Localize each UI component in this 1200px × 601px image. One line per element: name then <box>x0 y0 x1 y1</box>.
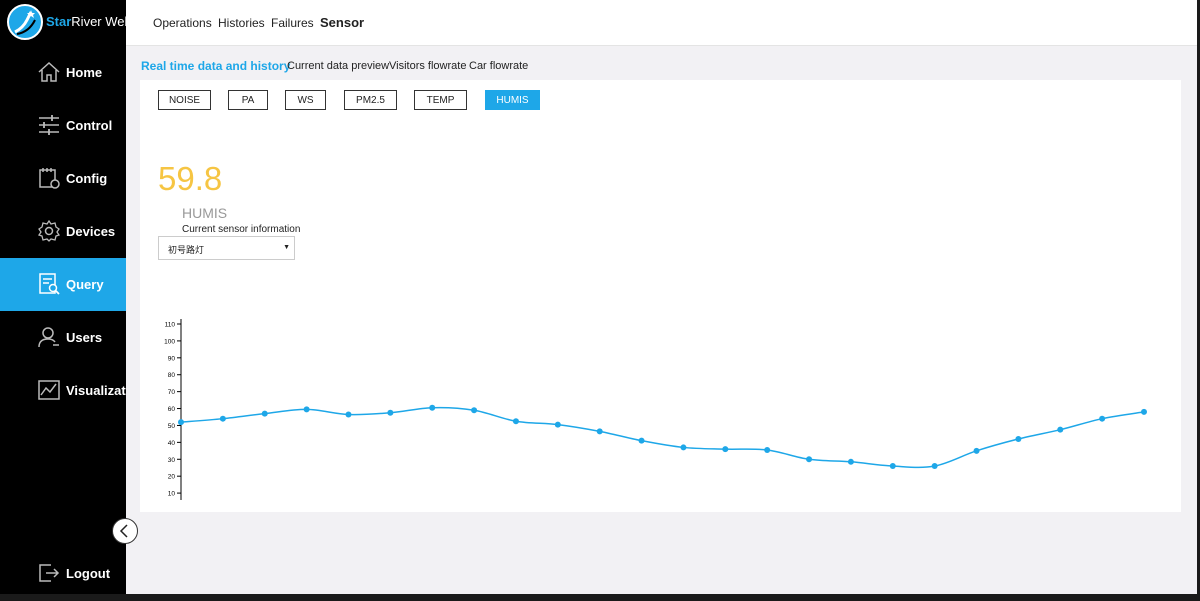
sidebar-item-devices[interactable]: Devices <box>0 205 126 258</box>
y-tick-label: 110 <box>165 322 176 329</box>
data-point <box>596 428 603 435</box>
series-line <box>180 406 1145 469</box>
sidebar-item-control[interactable]: Control <box>0 99 126 152</box>
y-tick-label: 40 <box>168 440 176 447</box>
data-point <box>889 463 896 470</box>
sensor-panel: NOISE PA WS PM2.5 TEMP HUMIS 59.8 HUMIS … <box>140 80 1181 525</box>
app-title: StarRiver Web <box>46 14 132 29</box>
data-point <box>219 415 226 422</box>
user-icon <box>38 327 59 348</box>
sidebar-item-label: Query <box>66 277 104 292</box>
logout-label: Logout <box>66 566 111 581</box>
top-navigation: Operations Histories Failures Sensor <box>126 0 1200 46</box>
home-icon <box>38 61 60 82</box>
data-point <box>638 437 645 444</box>
subtab-car-flowrate[interactable]: Car flowrate <box>469 60 528 72</box>
tab-operations[interactable]: Operations <box>153 16 212 30</box>
current-sensor-value: 59.8 <box>158 160 223 197</box>
data-point <box>512 418 519 425</box>
sidebar-item-label: Users <box>66 330 103 345</box>
subtab-current-preview[interactable]: Current data preview <box>287 60 389 72</box>
data-point <box>806 456 813 463</box>
sidebar-item-label: Config <box>66 171 108 186</box>
sensor-button-temp[interactable]: TEMP <box>414 90 467 110</box>
data-point <box>429 404 436 411</box>
y-tick-label: 70 <box>168 389 176 396</box>
y-tick-label: 20 <box>168 474 176 481</box>
sidebar-item-label: Home <box>66 65 103 80</box>
tab-sensor[interactable]: Sensor <box>320 15 364 30</box>
y-tick-label: 90 <box>168 355 176 362</box>
device-select[interactable]: 初号路灯 ▼ <box>158 236 295 260</box>
data-point <box>764 446 771 453</box>
data-point <box>1099 415 1106 422</box>
data-point <box>1057 426 1064 433</box>
y-tick-label: 50 <box>168 423 176 430</box>
chevron-left-icon <box>119 524 128 538</box>
gear-icon <box>37 219 61 242</box>
data-point <box>261 410 268 417</box>
data-point <box>1015 435 1022 442</box>
app-logo[interactable]: StarRiver Web <box>0 0 132 46</box>
data-point <box>680 444 687 451</box>
sidebar-item-home[interactable]: Home <box>0 46 126 99</box>
sensor-button-noise[interactable]: NOISE <box>158 90 211 110</box>
sidebar-item-label: Devices <box>66 224 116 239</box>
sidebar-item-users[interactable]: Users <box>0 311 126 364</box>
data-point <box>931 463 938 470</box>
collapse-sidebar-button[interactable] <box>112 518 138 544</box>
sensor-button-pa[interactable]: PA <box>228 90 268 110</box>
sidebar-item-label: Control <box>66 118 113 133</box>
data-point <box>722 446 729 453</box>
y-tick-label: 80 <box>168 372 176 379</box>
line-chart-svg: 010203040506070809010011000:00:0003:00:0… <box>164 319 1157 525</box>
data-point <box>554 421 561 428</box>
tab-failures[interactable]: Failures <box>271 16 314 30</box>
current-sensor-name: HUMIS <box>182 205 228 221</box>
data-point <box>1141 408 1147 415</box>
sensor-button-pm25[interactable]: PM2.5 <box>344 90 397 110</box>
y-tick-label: 60 <box>168 406 176 413</box>
data-point <box>303 406 310 413</box>
logout-icon <box>39 564 60 582</box>
data-point <box>178 419 184 426</box>
subtab-realtime-history[interactable]: Real time data and history <box>141 59 290 73</box>
main-content: Real time data and history Current data … <box>126 46 1197 594</box>
logo-icon <box>7 4 43 40</box>
query-icon <box>39 273 60 295</box>
sensor-button-humis[interactable]: HUMIS <box>485 90 540 110</box>
data-point <box>471 407 478 414</box>
data-point <box>345 411 352 418</box>
sidebar-item-query[interactable]: Query <box>0 258 126 311</box>
caret-down-icon: ▼ <box>283 244 290 251</box>
y-tick-label: 10 <box>168 491 176 498</box>
sidebar-item-visualization[interactable]: Visualization <box>0 364 126 417</box>
y-tick-label: 30 <box>168 457 176 464</box>
data-point <box>387 409 394 416</box>
data-point <box>847 458 854 465</box>
data-point <box>973 447 980 454</box>
window-bottom-edge <box>0 594 1200 601</box>
sidebar-item-label: Visualization <box>66 383 126 398</box>
current-sensor-info-label: Current sensor information <box>182 224 301 235</box>
y-tick-label: 100 <box>164 338 175 345</box>
chart-icon <box>38 380 60 400</box>
sidebar: StarRiver Web Home Control Config Device… <box>0 0 132 594</box>
device-select-value: 初号路灯 <box>168 245 205 255</box>
humidity-chart: 010203040506070809010011000:00:0003:00:0… <box>140 270 1181 525</box>
config-icon <box>39 168 60 189</box>
logout-button[interactable]: Logout <box>0 547 126 600</box>
tab-histories[interactable]: Histories <box>218 16 265 30</box>
sidebar-item-config[interactable]: Config <box>0 152 126 205</box>
sensor-button-ws[interactable]: WS <box>285 90 326 110</box>
subtab-visitors-flowrate[interactable]: Visitors flowrate <box>389 60 466 72</box>
sliders-icon <box>39 115 59 135</box>
